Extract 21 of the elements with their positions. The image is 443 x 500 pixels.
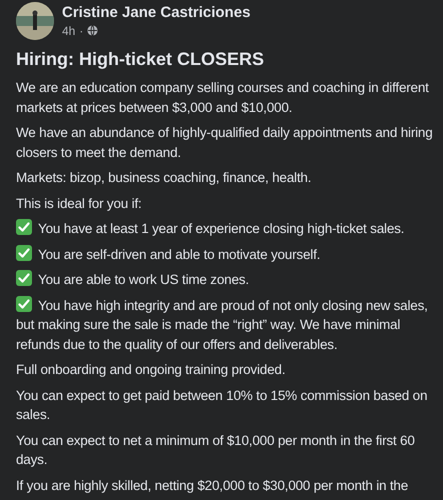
checkmark-icon [16,219,32,235]
post-paragraph: You can expect to get paid between 10% to 15% commission based on sales. [16,386,428,424]
post-paragraph: This is ideal for you if: [16,194,143,213]
separator-dot: · [79,22,84,40]
checkmark-icon [16,296,32,312]
checkmark-icon [16,270,32,286]
post-paragraph: We have an abundance of highly-qualified daily appointments and hiring closers to meet the demand. [16,124,434,162]
globe-icon [87,25,98,36]
post-paragraph: If you are highly skilled, netting $20,000 to $30,000 per month in the [16,476,410,495]
post-title: Hiring: High-ticket CLOSERS [16,48,266,70]
checkmark-icon [16,244,32,260]
author-name[interactable]: Cristine Jane Castriciones [62,2,250,22]
checklist-item: You are able to work US time zones. [16,270,443,290]
post-paragraph: We are an education company selling courses and coaching in different markets at prices between $3,000 and $10,000. [16,79,430,117]
checklist-item: You are self-driven and able to motivate yourself. [16,244,443,264]
post-time[interactable]: 4h [62,22,76,40]
checklist-item: You have at least 1 year of experience closing high-ticket sales. [16,219,443,238]
post-paragraph: You can expect to net a minimum of $10,000 per month in the first 60 days. [16,432,416,469]
post-paragraph: Markets: bizop, business coaching, finance, health. [16,169,312,187]
checklist-item: You have high integrity and are proud of not only closing new sales, but making sure the sale is made the “right” way. We have minimal refunds due to the quality of our offers and deliverables. [16,296,429,354]
post-paragraph: Full onboarding and ongoing training provided. [16,361,286,379]
